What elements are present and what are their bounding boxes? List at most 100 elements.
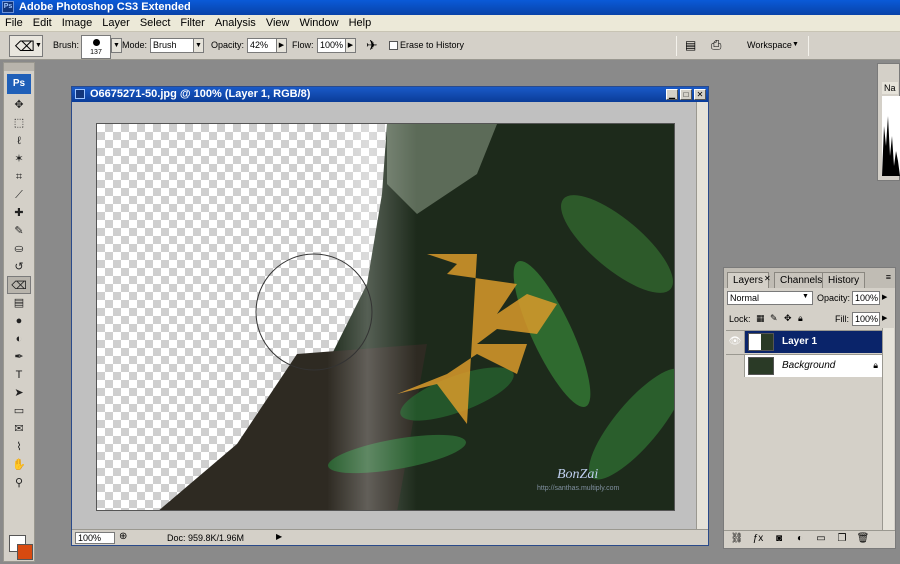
mode-select[interactable]: Brush: [150, 38, 194, 53]
tool-preset-picker[interactable]: ⌫ ▼: [9, 35, 43, 57]
blur-tool[interactable]: ●: [7, 312, 31, 330]
lock-all-icon[interactable]: 🔒︎: [798, 313, 803, 324]
eraser-tool[interactable]: ⌫: [7, 276, 31, 294]
move-tool[interactable]: ✥: [7, 96, 31, 114]
erase-to-history-label: Erase to History: [400, 40, 465, 50]
palette-well-icon[interactable]: ▤: [685, 38, 696, 52]
group-icon[interactable]: ▭: [813, 533, 829, 544]
type-tool[interactable]: T: [7, 366, 31, 384]
menu-select[interactable]: Select: [135, 15, 176, 29]
lock-pixels-icon[interactable]: ✎: [770, 313, 778, 324]
erase-to-history-checkbox[interactable]: [389, 41, 398, 50]
adjustment-icon[interactable]: ◐: [792, 533, 808, 544]
fill-input[interactable]: 100%: [852, 312, 880, 326]
fill-slider-arrow[interactable]: ▶: [882, 314, 887, 322]
toolbox-logo[interactable]: Ps: [7, 74, 31, 94]
menu-help[interactable]: Help: [344, 15, 377, 29]
path-selection-tool[interactable]: ➤: [7, 384, 31, 402]
visibility-toggle[interactable]: [726, 355, 745, 377]
marquee-tool[interactable]: ⬚: [7, 114, 31, 132]
eye-icon[interactable]: 👁︎: [726, 331, 745, 353]
lock-label: Lock:: [729, 314, 751, 324]
mask-icon[interactable]: ◙: [771, 533, 787, 544]
trash-icon[interactable]: 🗑︎: [855, 533, 871, 544]
tab-channels[interactable]: Channels: [774, 272, 829, 288]
layer-row[interactable]: 👁︎ Layer 1: [726, 330, 884, 353]
divider: [808, 36, 809, 56]
layers-scrollbar[interactable]: [882, 328, 894, 530]
notes-tool[interactable]: ✉: [7, 420, 31, 438]
brush-tool[interactable]: ✎: [7, 222, 31, 240]
menu-layer[interactable]: Layer: [97, 15, 135, 29]
watermark-name: BonZai: [557, 467, 598, 482]
magic-wand-tool[interactable]: ✶: [7, 150, 31, 168]
menu-view[interactable]: View: [261, 15, 295, 29]
menu-image[interactable]: Image: [57, 15, 98, 29]
clone-stamp-tool[interactable]: ⛀: [7, 240, 31, 258]
shape-tool[interactable]: ▭: [7, 402, 31, 420]
panel-menu-icon[interactable]: ≡: [886, 272, 891, 282]
layers-panel: Layers ✕ Channels History ≡ Normal ▼ Opa…: [723, 267, 896, 549]
gradient-tool[interactable]: ▤: [7, 294, 31, 312]
dodge-tool[interactable]: ◐: [7, 330, 31, 348]
layer-row[interactable]: Background 🔒︎: [726, 354, 884, 377]
layer-opacity-input[interactable]: 100%: [852, 291, 880, 305]
tab-layers[interactable]: Layers: [727, 272, 770, 288]
airbrush-icon[interactable]: ✈: [366, 37, 378, 54]
document-title-bar[interactable]: O6675271-50.jpg @ 100% (Layer 1, RGB/8) …: [72, 87, 708, 102]
tab-navigator[interactable]: Na: [882, 82, 898, 94]
menu-window[interactable]: Window: [294, 15, 343, 29]
crop-tool[interactable]: ⌗: [7, 168, 31, 186]
background-color-swatch[interactable]: [17, 544, 33, 560]
document-vertical-scrollbar[interactable]: [696, 102, 708, 529]
lasso-tool[interactable]: ℓ: [7, 132, 31, 150]
eyedropper-tool[interactable]: ⌇: [7, 438, 31, 456]
status-menu-arrow[interactable]: ▶: [276, 532, 282, 541]
layers-footer: ⛓ ƒx ◙ ◐ ▭ ❐ 🗑︎: [724, 530, 895, 548]
divider: [676, 36, 677, 56]
menu-filter[interactable]: Filter: [175, 15, 209, 29]
opacity-slider-arrow[interactable]: ▶: [276, 38, 287, 53]
brush-picker[interactable]: 137: [81, 35, 111, 59]
close-button[interactable]: ✕: [694, 89, 706, 100]
pen-tool[interactable]: ✒: [7, 348, 31, 366]
close-tab-icon[interactable]: ✕: [764, 274, 771, 283]
lock-transparency-icon[interactable]: ▦: [756, 313, 765, 324]
blend-mode-select[interactable]: Normal: [727, 291, 813, 305]
history-brush-tool[interactable]: ↺: [7, 258, 31, 276]
bridge-icon[interactable]: ⎙: [711, 37, 721, 53]
menu-analysis[interactable]: Analysis: [210, 15, 261, 29]
menu-edit[interactable]: Edit: [28, 15, 57, 29]
fx-icon[interactable]: ƒx: [750, 533, 766, 544]
mode-dropdown-arrow[interactable]: ▼: [193, 38, 204, 53]
brush-dropdown-arrow[interactable]: ▼: [111, 38, 122, 53]
flow-input[interactable]: 100%: [317, 38, 346, 53]
minimize-button[interactable]: ▁: [666, 89, 678, 100]
layer-name[interactable]: Background: [782, 360, 835, 371]
zoom-input[interactable]: 100%: [75, 532, 115, 544]
menu-file[interactable]: File: [0, 15, 28, 29]
image-canvas[interactable]: BonZai http://santhas.multiply.com: [96, 123, 675, 511]
navigator-thumbnail[interactable]: [882, 96, 900, 176]
tab-history[interactable]: History: [822, 272, 866, 288]
zoom-tool[interactable]: ⚲: [7, 474, 31, 492]
new-layer-icon[interactable]: ❐: [834, 533, 850, 544]
healing-brush-tool[interactable]: ✚: [7, 204, 31, 222]
maximize-button[interactable]: □: [680, 89, 692, 100]
options-bar: ⌫ ▼ Brush: 137 ▼ Mode: Brush ▼ Opacity: …: [0, 32, 900, 60]
link-icon[interactable]: ⛓: [729, 533, 745, 544]
flow-slider-arrow[interactable]: ▶: [345, 38, 356, 53]
opacity-input[interactable]: 42%: [247, 38, 277, 53]
toolbox-grip[interactable]: [4, 63, 34, 71]
slice-tool[interactable]: ⟋: [7, 186, 31, 204]
chevron-down-icon: ▼: [792, 41, 799, 48]
opacity-slider-arrow[interactable]: ▶: [882, 293, 887, 301]
histogram-area: [882, 116, 900, 176]
hand-tool[interactable]: ✋: [7, 456, 31, 474]
chevron-down-icon[interactable]: ▼: [802, 293, 809, 300]
status-info-icon[interactable]: ⊕: [119, 531, 127, 542]
workspace-menu[interactable]: Workspace: [747, 40, 792, 50]
layer-name[interactable]: Layer 1: [782, 336, 817, 347]
app-title: Adobe Photoshop CS3 Extended: [19, 1, 191, 13]
lock-position-icon[interactable]: ✥: [784, 313, 792, 324]
